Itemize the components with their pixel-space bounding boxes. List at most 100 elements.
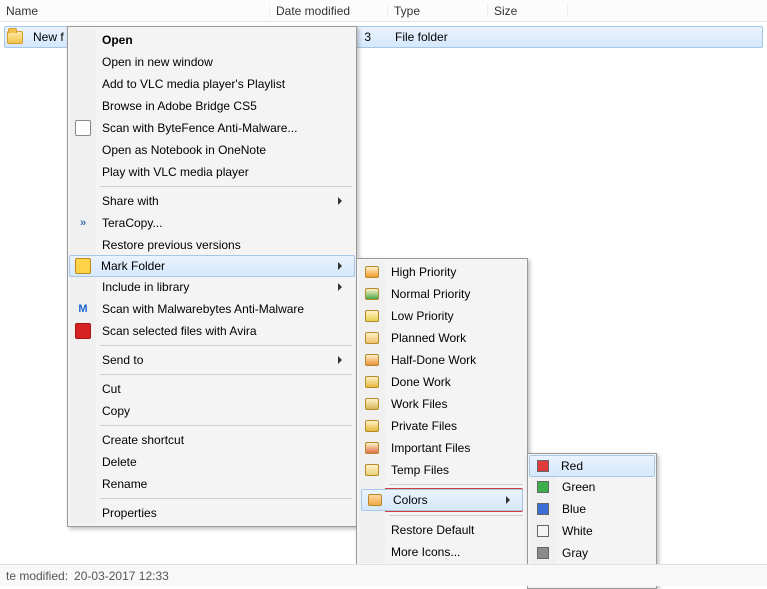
folder-color-icon — [364, 440, 380, 456]
context-item-label: Delete — [102, 455, 137, 469]
color-item-red[interactable]: Red — [529, 455, 655, 477]
context-item[interactable]: Play with VLC media player — [70, 161, 354, 183]
status-value: 20-03-2017 12:33 — [74, 569, 169, 583]
mark-item-restore-default[interactable]: Restore Default — [359, 519, 525, 541]
context-item[interactable]: Delete — [70, 451, 354, 473]
markfolder-icon — [75, 258, 91, 274]
context-item[interactable]: Rename — [70, 473, 354, 495]
context-item[interactable]: Share with — [70, 190, 354, 212]
mark-item[interactable]: Temp Files — [359, 459, 525, 481]
mark-item[interactable]: Work Files — [359, 393, 525, 415]
separator — [389, 484, 523, 485]
folder-color-icon — [364, 418, 380, 434]
folder-color-icon — [364, 308, 380, 324]
context-item-label: Open as Notebook in OneNote — [102, 143, 266, 157]
mark-item-label: Planned Work — [391, 331, 466, 345]
mark-item[interactable]: Normal Priority — [359, 283, 525, 305]
folder-color-icon — [364, 330, 380, 346]
color-swatch-icon — [535, 523, 551, 539]
separator — [100, 498, 352, 499]
color-item-label: Red — [561, 459, 583, 473]
mark-item-label: Low Priority — [391, 309, 454, 323]
palette-icon — [367, 492, 383, 508]
mark-item-label: More Icons... — [391, 545, 460, 559]
mark-item[interactable]: Private Files — [359, 415, 525, 437]
file-list-header: Name Date modified Type Size — [0, 0, 767, 22]
folder-color-icon — [364, 352, 380, 368]
context-item[interactable]: MScan with Malwarebytes Anti-Malware — [70, 298, 354, 320]
context-item[interactable]: Restore previous versions — [70, 234, 354, 256]
mark-item[interactable]: Done Work — [359, 371, 525, 393]
context-item-label: TeraCopy... — [102, 216, 162, 230]
folder-color-icon — [364, 374, 380, 390]
colors-highlight-box: Colors — [361, 488, 523, 512]
context-item-label: Share with — [102, 194, 159, 208]
file-type: File folder — [389, 30, 489, 44]
context-item-label: Include in library — [102, 280, 189, 294]
mark-item[interactable]: Important Files — [359, 437, 525, 459]
context-item-label: Copy — [102, 404, 130, 418]
mark-item-label: Private Files — [391, 419, 457, 433]
context-item[interactable]: Cut — [70, 378, 354, 400]
color-item-label: Blue — [562, 502, 586, 516]
mark-item-colors[interactable]: Colors — [361, 489, 523, 511]
context-item[interactable]: Open in new window — [70, 51, 354, 73]
mark-item-label: Half-Done Work — [391, 353, 476, 367]
color-swatch-icon — [535, 545, 551, 561]
mark-item-label: Work Files — [391, 397, 447, 411]
context-item-label: Scan with Malwarebytes Anti-Malware — [102, 302, 304, 316]
context-menu-main: Open Open in new window Add to VLC media p… — [67, 26, 357, 527]
context-item[interactable]: Browse in Adobe Bridge CS5 — [70, 95, 354, 117]
context-item[interactable]: »TeraCopy... — [70, 212, 354, 234]
color-item-label: White — [562, 524, 593, 538]
color-item-white[interactable]: White — [530, 520, 654, 542]
context-item-label: Create shortcut — [102, 433, 184, 447]
folder-color-icon — [364, 396, 380, 412]
context-item[interactable]: Create shortcut — [70, 429, 354, 451]
mark-item[interactable]: Low Priority — [359, 305, 525, 327]
column-header-date[interactable]: Date modified — [270, 4, 388, 18]
color-item-green[interactable]: Green — [530, 476, 654, 498]
mark-item[interactable]: Half-Done Work — [359, 349, 525, 371]
context-item-label: Send to — [102, 353, 143, 367]
context-item-label: Open in new window — [102, 55, 213, 69]
mark-item-label: Done Work — [391, 375, 451, 389]
mark-item-label: Restore Default — [391, 523, 474, 537]
color-swatch-icon — [535, 479, 551, 495]
mark-item-label: High Priority — [391, 265, 456, 279]
context-item[interactable]: Scan with ByteFence Anti-Malware... — [70, 117, 354, 139]
status-label: te modified: — [6, 569, 68, 583]
context-item[interactable]: Open — [70, 29, 354, 51]
column-header-size[interactable]: Size — [488, 4, 568, 18]
context-item[interactable]: Scan selected files with Avira — [70, 320, 354, 342]
color-item-blue[interactable]: Blue — [530, 498, 654, 520]
mark-item[interactable]: Planned Work — [359, 327, 525, 349]
context-item-label: Play with VLC media player — [102, 165, 249, 179]
context-item[interactable]: Send to — [70, 349, 354, 371]
context-item[interactable]: Properties — [70, 502, 354, 524]
context-item[interactable]: Add to VLC media player's Playlist — [70, 73, 354, 95]
context-item-label: Browse in Adobe Bridge CS5 — [102, 99, 257, 113]
context-item[interactable]: Copy — [70, 400, 354, 422]
bytefence-icon — [75, 120, 91, 136]
separator — [100, 345, 352, 346]
folder-icon — [7, 31, 23, 44]
context-item[interactable]: Open as Notebook in OneNote — [70, 139, 354, 161]
color-item-label: Green — [562, 480, 595, 494]
color-item-gray[interactable]: Gray — [530, 542, 654, 564]
context-menu-mark-folder: High Priority Normal Priority Low Priority… — [356, 258, 528, 566]
mark-item-label: Important Files — [391, 441, 470, 455]
column-header-type[interactable]: Type — [388, 4, 488, 18]
context-item-label: Properties — [102, 506, 157, 520]
context-mark-folder[interactable]: Mark Folder — [69, 255, 355, 277]
mark-item[interactable]: High Priority — [359, 261, 525, 283]
column-header-name[interactable]: Name — [0, 4, 270, 18]
mark-item-more-icons[interactable]: More Icons... — [359, 541, 525, 563]
separator — [389, 515, 523, 516]
context-item-label: Add to VLC media player's Playlist — [102, 77, 285, 91]
status-bar: te modified: 20-03-2017 12:33 — [0, 564, 767, 586]
context-item-label: Scan selected files with Avira — [102, 324, 257, 338]
context-item[interactable]: Include in library — [70, 276, 354, 298]
separator — [100, 425, 352, 426]
separator — [100, 374, 352, 375]
